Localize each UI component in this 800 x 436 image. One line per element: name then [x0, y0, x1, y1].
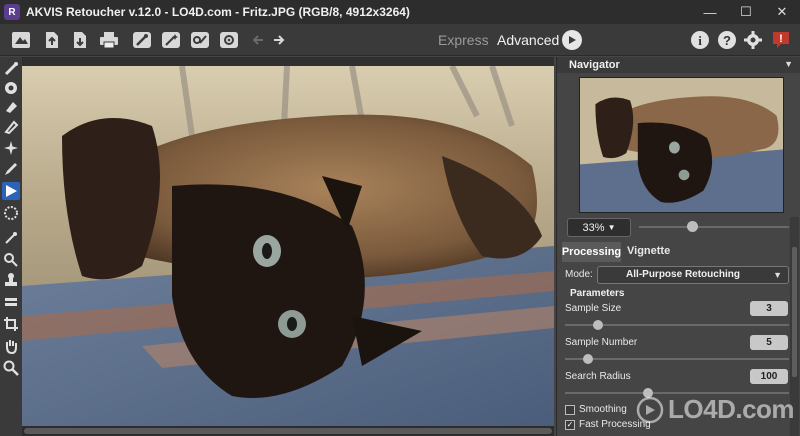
settings-icon[interactable] [742, 29, 764, 51]
tab-processing[interactable]: Processing [562, 242, 621, 262]
mode-select[interactable]: All-Purpose Retouching ▼ [597, 266, 789, 284]
magic-spark-icon[interactable] [2, 139, 20, 157]
watermark-globe-icon [636, 396, 664, 423]
sample-number-slider[interactable] [565, 358, 789, 360]
search-radius-label: Search Radius [565, 371, 631, 382]
gear-icon[interactable] [218, 29, 240, 51]
forward-arrow-icon[interactable] [268, 29, 290, 51]
navigator-title: Navigator [569, 59, 620, 71]
sample-number-field[interactable]: 5 [750, 335, 788, 350]
smoothing-label: Smoothing [579, 404, 627, 415]
sample-number-label: Sample Number [565, 337, 638, 348]
image-canvas[interactable] [22, 57, 554, 436]
app-window: R AKVIS Retoucher v.12.0 - LO4D.com - Fr… [0, 0, 800, 436]
advanced-mode-button[interactable]: Advanced [497, 32, 559, 48]
settings-brush-icon[interactable] [189, 29, 211, 51]
fast-processing-checkbox[interactable]: ✓ [565, 419, 575, 430]
mode-select-value: All-Purpose Retouching [626, 269, 740, 280]
eraser-icon[interactable] [2, 98, 20, 116]
brush-icon[interactable] [131, 29, 153, 51]
settings-panel: Navigator ▼ 33% ▼ Processing Vignette Mo… [556, 57, 800, 436]
sample-size-field[interactable]: 3 [750, 301, 788, 316]
open-icon[interactable] [41, 29, 63, 51]
retouch-brush-icon[interactable] [2, 60, 20, 78]
print-icon[interactable] [98, 29, 120, 51]
zoom-slider-track[interactable] [639, 226, 789, 228]
clone-icon[interactable] [2, 250, 20, 268]
close-button[interactable]: ✕ [764, 0, 800, 24]
play-icon [569, 36, 576, 44]
horizontal-scroll-thumb[interactable] [24, 428, 552, 434]
smoothing-checkbox[interactable] [565, 404, 575, 415]
minimize-button[interactable]: — [692, 0, 728, 24]
stamp-icon[interactable] [2, 271, 20, 289]
tab-vignette[interactable]: Vignette [627, 245, 670, 257]
navigator-header: Navigator ▼ [557, 57, 800, 73]
zoom-level-select[interactable]: 33% ▼ [567, 218, 631, 237]
sample-size-label: Sample Size [565, 303, 622, 314]
mode-label: Mode: [565, 269, 593, 280]
window-title: AKVIS Retoucher v.12.0 - LO4D.com - Frit… [26, 5, 410, 19]
info-icon[interactable]: i [689, 29, 711, 51]
panel-scroll-thumb[interactable] [792, 247, 797, 377]
app-logo-icon: R [4, 4, 20, 20]
help-icon[interactable]: ? [716, 29, 738, 51]
run-tool-icon[interactable] [2, 182, 20, 200]
home-icon[interactable] [10, 29, 32, 51]
smoothing-checkbox-row[interactable]: Smoothing [565, 404, 627, 415]
parameters-heading: Parameters [570, 288, 625, 299]
crop-icon[interactable] [2, 315, 20, 333]
navigator-thumbnail-image [580, 78, 783, 212]
sample-size-handle[interactable] [593, 320, 603, 330]
chevron-down-icon: ▼ [607, 223, 616, 232]
zoom-icon[interactable] [2, 359, 20, 377]
wand-icon[interactable] [160, 29, 182, 51]
save-icon[interactable] [69, 29, 91, 51]
run-button[interactable] [562, 30, 582, 50]
tools-panel [0, 57, 22, 436]
chevron-down-icon: ▼ [773, 270, 782, 280]
main-toolbar: Express Advanced i ? ! [0, 24, 800, 56]
sample-number-handle[interactable] [583, 354, 593, 364]
hand-icon[interactable] [2, 337, 20, 355]
svg-text:?: ? [723, 33, 731, 48]
svg-text:!: ! [779, 33, 783, 45]
search-radius-field[interactable]: 100 [750, 369, 788, 384]
chain-icon[interactable] [2, 293, 20, 311]
maximize-button[interactable]: ☐ [728, 0, 764, 24]
zoom-slider-handle[interactable] [687, 221, 698, 232]
notification-icon[interactable]: ! [770, 29, 792, 51]
watermark: LO4D.com [636, 394, 795, 425]
title-bar: R AKVIS Retoucher v.12.0 - LO4D.com - Fr… [0, 0, 800, 24]
patch-icon[interactable] [2, 118, 20, 136]
horizontal-scrollbar[interactable] [22, 426, 554, 436]
chevron-down-icon[interactable]: ▼ [784, 59, 793, 69]
svg-text:i: i [698, 33, 702, 48]
small-brush-icon[interactable] [2, 229, 20, 247]
window-controls: — ☐ ✕ [692, 0, 800, 24]
express-mode-button[interactable]: Express [438, 32, 489, 48]
zoom-value: 33% [582, 221, 605, 234]
healing-icon[interactable] [2, 79, 20, 97]
watermark-text: LO4D.com [668, 394, 795, 424]
spot-icon[interactable] [2, 204, 20, 222]
pencil-icon[interactable] [2, 160, 20, 178]
navigator-preview[interactable] [579, 77, 784, 213]
back-arrow-icon[interactable] [247, 29, 269, 51]
cat-photo-image [22, 66, 554, 428]
